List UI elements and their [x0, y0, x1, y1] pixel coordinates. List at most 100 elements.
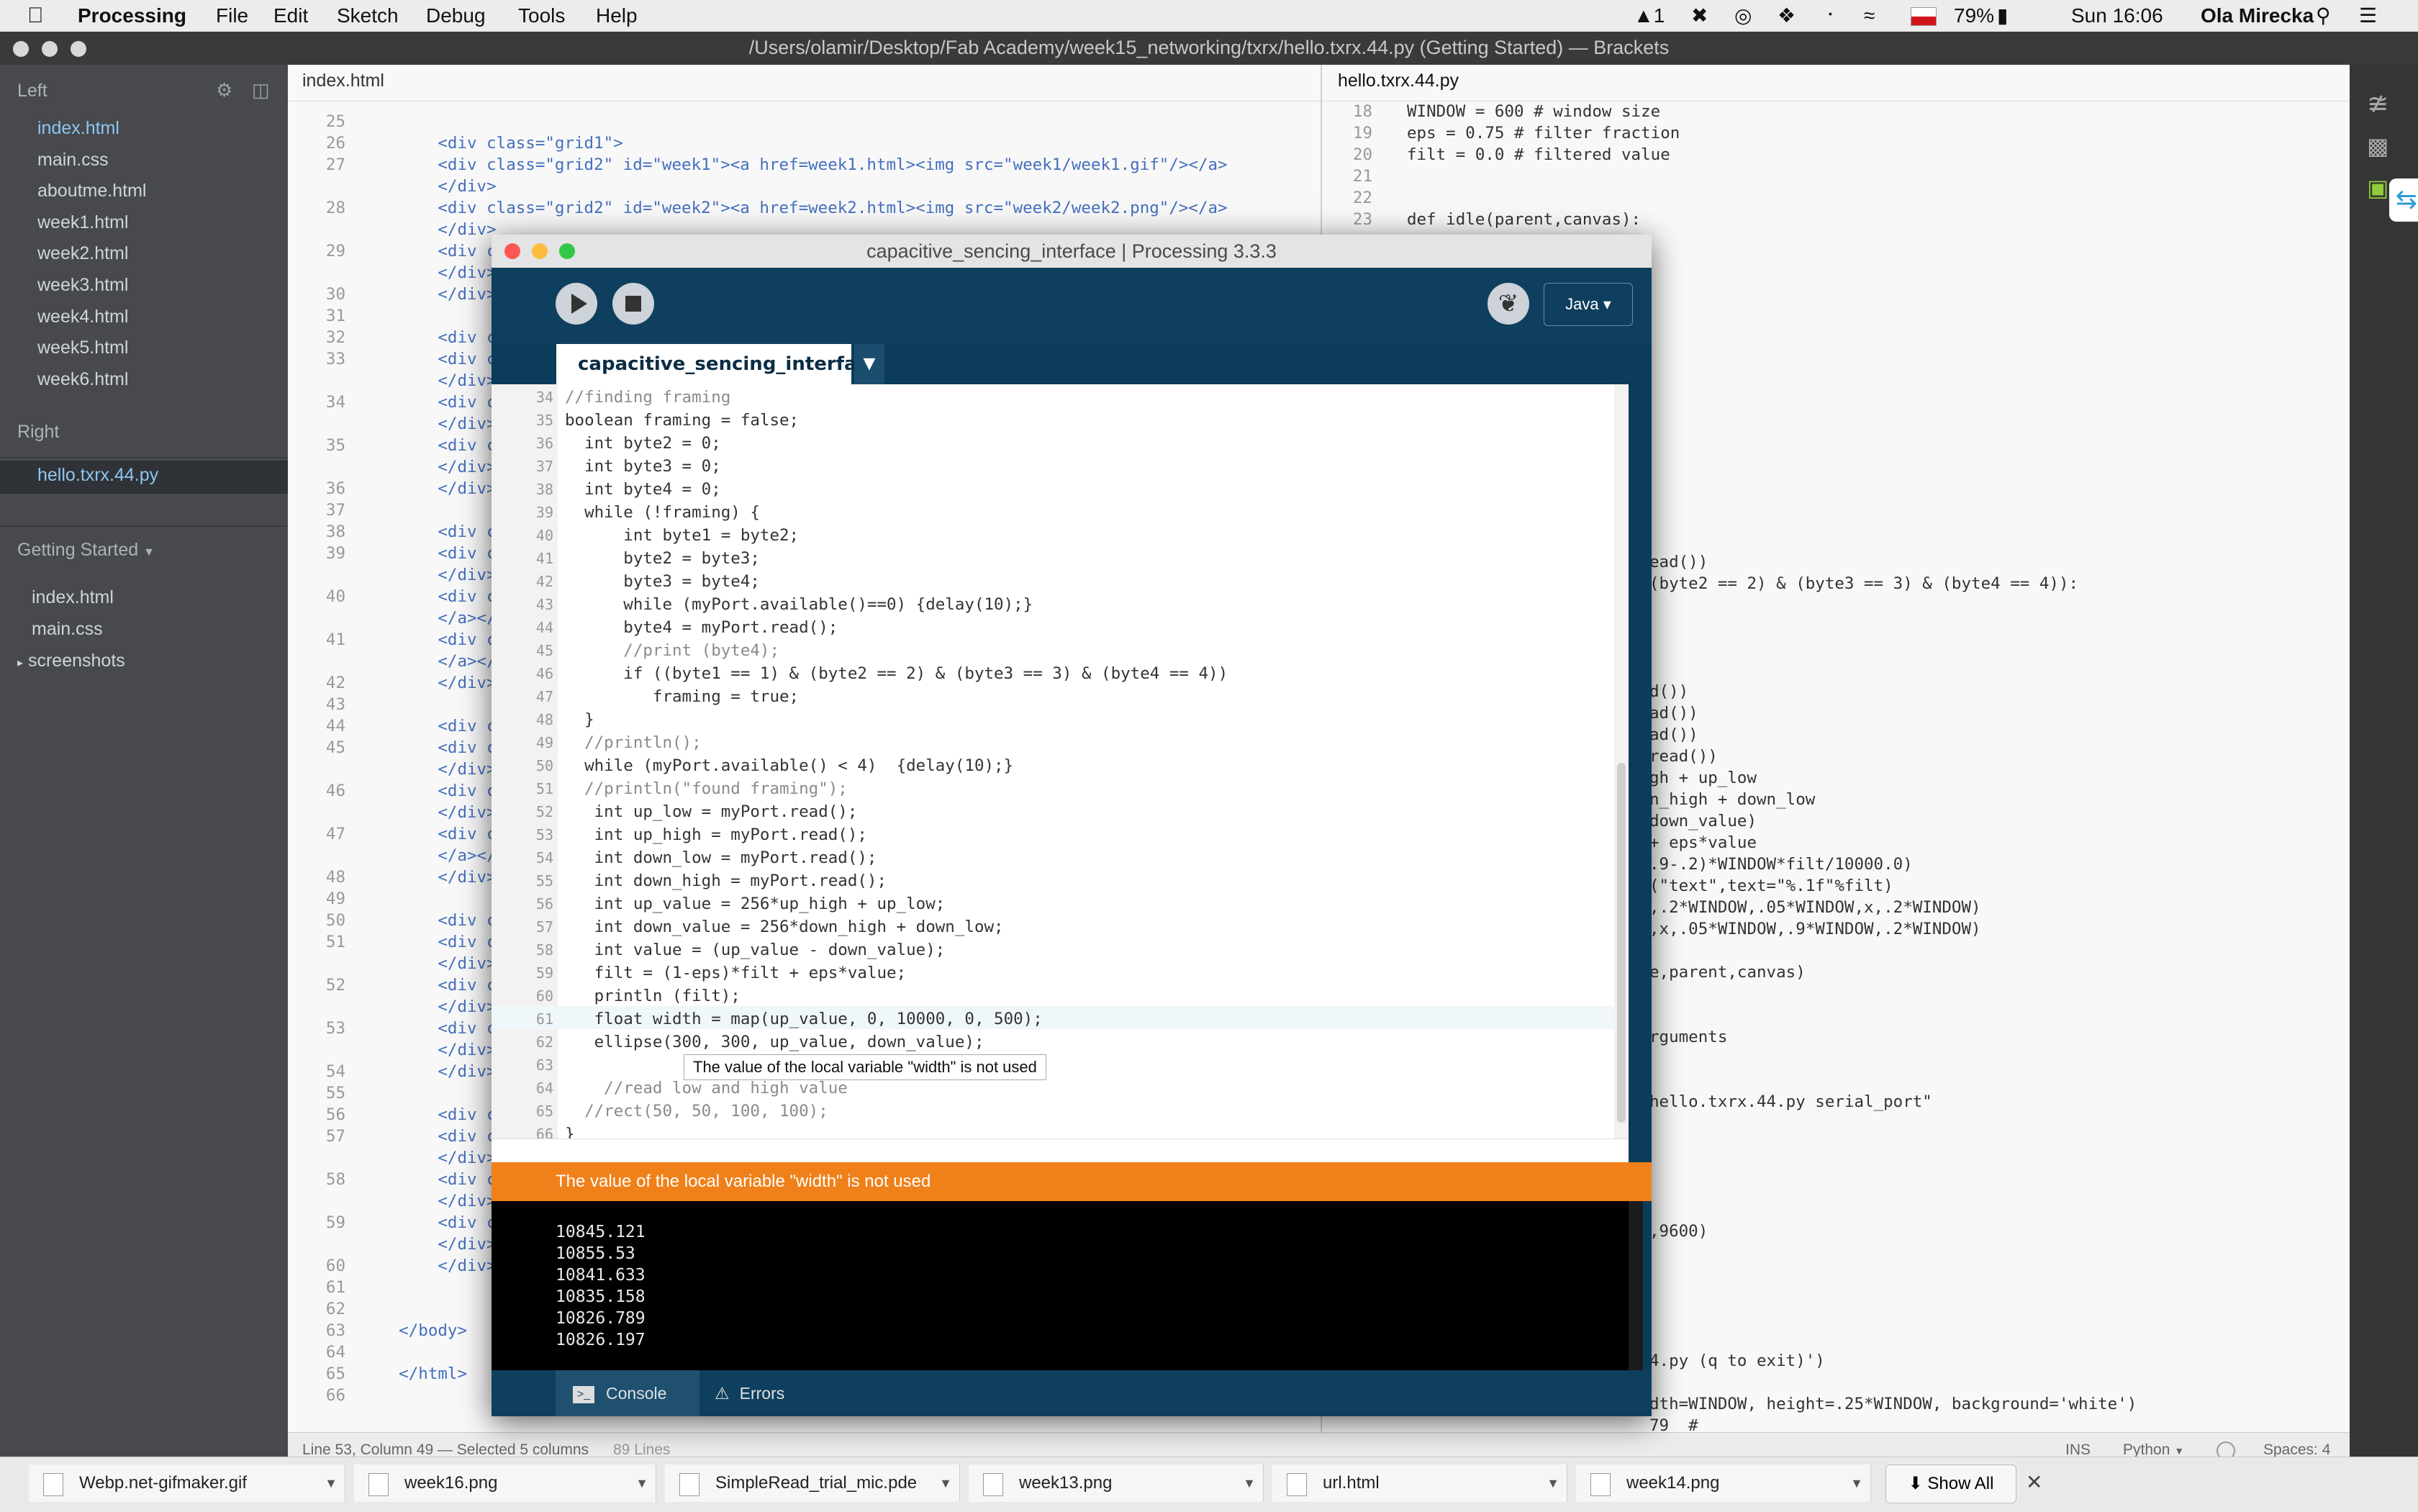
minimize-window-button[interactable] — [532, 243, 548, 259]
close-downloads-icon[interactable]: ✕ — [2026, 1470, 2042, 1494]
tab-menu-button[interactable]: ▼ — [854, 344, 884, 384]
brackets-right-toolbar: ≇ ▩ ▣ ⇆ — [2350, 65, 2418, 1475]
apple-icon[interactable]:  — [27, 4, 44, 27]
user-name[interactable]: Ola Mirecka — [2201, 4, 2314, 27]
file-icon — [1287, 1473, 1307, 1496]
sidebar-file[interactable]: week6.html — [37, 369, 128, 390]
project-folder-screenshots[interactable]: ▸ screenshots — [17, 651, 125, 671]
editor-scrollbar-thumb[interactable] — [1617, 763, 1626, 1123]
run-button[interactable] — [556, 283, 597, 325]
line-number: 38 — [325, 522, 345, 541]
menu-tools[interactable]: Tools — [518, 4, 565, 27]
download-item[interactable]: week16.png ▼ — [354, 1465, 656, 1502]
code-line: </div> — [360, 1149, 497, 1167]
sidebar-file[interactable]: week3.html — [37, 275, 128, 296]
menu-help[interactable]: Help — [596, 4, 638, 27]
menu-sketch[interactable]: Sketch — [337, 4, 399, 27]
sidebar-file[interactable]: week2.html — [37, 243, 128, 264]
project-file-index[interactable]: index.html — [32, 587, 114, 608]
chevron-down-icon[interactable]: ▼ — [1243, 1465, 1256, 1502]
sidebar-file-hello-txrx[interactable]: hello.txrx.44.py — [37, 465, 158, 486]
right-pane-label: Right — [17, 422, 60, 442]
sidebar-file[interactable]: week4.html — [37, 307, 128, 327]
console-area[interactable]: 10845.121 10855.53 10841.633 10835.158 10826… — [492, 1201, 1629, 1370]
chevron-down-icon[interactable]: ▼ — [1547, 1465, 1559, 1502]
live-preview-icon[interactable]: ≇ — [2367, 89, 2388, 119]
close-window-button[interactable] — [504, 243, 520, 259]
clock[interactable]: Sun 16:06 — [2071, 4, 2163, 27]
extension-icon[interactable]: ▣ — [2367, 174, 2388, 202]
console-tab[interactable]: >_ Console — [556, 1370, 699, 1416]
code-line: def idle(parent,canvas): — [1407, 210, 1642, 229]
line-number: 65 — [535, 1103, 553, 1120]
sidebar-file[interactable]: week1.html — [37, 212, 128, 233]
spotlight-search-icon[interactable]: ⚲ — [2316, 4, 2331, 27]
line-number: 45 — [535, 642, 553, 659]
console-scrollbar[interactable] — [1629, 1201, 1643, 1370]
downloads-bar: Webp.net-gifmaker.gif ▼ week16.png ▼ SimpleR… — [0, 1457, 2418, 1512]
chevron-down-icon[interactable]: ▼ — [1850, 1465, 1863, 1502]
chevron-down-icon[interactable]: ▼ — [939, 1465, 952, 1502]
line-number: 35 — [325, 436, 345, 455]
line-number: 65 — [325, 1364, 345, 1383]
download-name: week14.png — [1626, 1473, 1720, 1493]
project-label[interactable]: Getting Started ▼ — [17, 540, 155, 561]
code-line: </a></d — [360, 846, 507, 865]
sidebar-file[interactable]: week5.html — [37, 338, 128, 358]
menu-app-name[interactable]: Processing — [78, 4, 186, 27]
zoom-window-button[interactable] — [559, 243, 575, 259]
notification-icon[interactable]: ▲1 — [1634, 4, 1665, 27]
right-editor-tab[interactable]: hello.txrx.44.py — [1338, 71, 1459, 91]
battery-icon[interactable]: ▮ — [1997, 4, 2008, 27]
line-number: 47 — [535, 688, 553, 705]
menu-debug[interactable]: Debug — [426, 4, 486, 27]
stop-button[interactable] — [612, 283, 654, 325]
errors-tab-label: Errors — [739, 1384, 785, 1403]
errors-tab[interactable]: ⚠ Errors — [715, 1370, 784, 1416]
sidebar-file[interactable]: main.css — [37, 150, 109, 171]
line-number: 47 — [325, 825, 345, 843]
extension-manager-icon[interactable]: ▩ — [2367, 132, 2388, 160]
download-item[interactable]: SimpleRead_trial_mic.pde ▼ — [665, 1465, 960, 1502]
split-view-icon[interactable]: ◫ — [252, 79, 270, 101]
notification-center-icon[interactable]: ☰ — [2359, 4, 2377, 27]
notification-count: 1 — [1653, 4, 1665, 27]
line-number: 55 — [325, 1084, 345, 1103]
left-editor-tab[interactable]: index.html — [302, 71, 384, 91]
debugger-button[interactable]: ❦ — [1488, 283, 1529, 325]
chevron-down-icon[interactable]: ▼ — [635, 1465, 648, 1502]
flag-icon[interactable] — [1911, 7, 1937, 26]
code-line: framing = true; — [565, 687, 800, 706]
mode-selector[interactable]: Java ▾ — [1544, 283, 1633, 326]
bluetooth-icon[interactable]: ᛫ — [1824, 4, 1837, 27]
grid-icon[interactable]: ❖ — [1778, 4, 1796, 27]
menu-file[interactable]: File — [216, 4, 248, 27]
teamviewer-icon[interactable]: ⇆ — [2389, 178, 2418, 222]
line-number: 20 — [1352, 145, 1372, 164]
download-item[interactable]: url.html ▼ — [1272, 1465, 1567, 1502]
code-line: </div> — [360, 220, 497, 239]
line-number: 26 — [325, 134, 345, 153]
code-line: int down_high = myPort.read(); — [565, 872, 887, 890]
tool-icon[interactable]: ✖ — [1691, 4, 1708, 27]
line-number: 44 — [535, 619, 553, 636]
download-item[interactable]: week14.png ▼ — [1576, 1465, 1871, 1502]
project-file-main-css[interactable]: main.css — [32, 619, 103, 640]
wifi-icon[interactable]: ≈ — [1864, 4, 1875, 27]
menu-edit[interactable]: Edit — [273, 4, 308, 27]
sidebar-file[interactable]: index.html — [37, 118, 119, 139]
file-icon — [679, 1473, 699, 1496]
sketch-tab[interactable]: capacitive_sencing_interface — [556, 344, 881, 384]
gear-icon[interactable]: ⚙ — [216, 79, 232, 101]
download-item[interactable]: Webp.net-gifmaker.gif ▼ — [29, 1465, 345, 1502]
download-item[interactable]: week13.png ▼ — [969, 1465, 1264, 1502]
code-line: float width = map(up_value, 0, 10000, 0,… — [565, 1010, 1043, 1028]
line-number: 43 — [535, 596, 553, 613]
line-number: 23 — [1352, 210, 1372, 229]
console-line: 10826.197 — [556, 1331, 646, 1349]
sidebar-file[interactable]: aboutme.html — [37, 181, 146, 202]
airplay-icon[interactable]: ◎ — [1734, 4, 1752, 27]
line-number: 27 — [325, 155, 345, 174]
chevron-down-icon[interactable]: ▼ — [325, 1465, 338, 1502]
show-all-button[interactable]: ⬇ Show All — [1885, 1465, 2016, 1503]
